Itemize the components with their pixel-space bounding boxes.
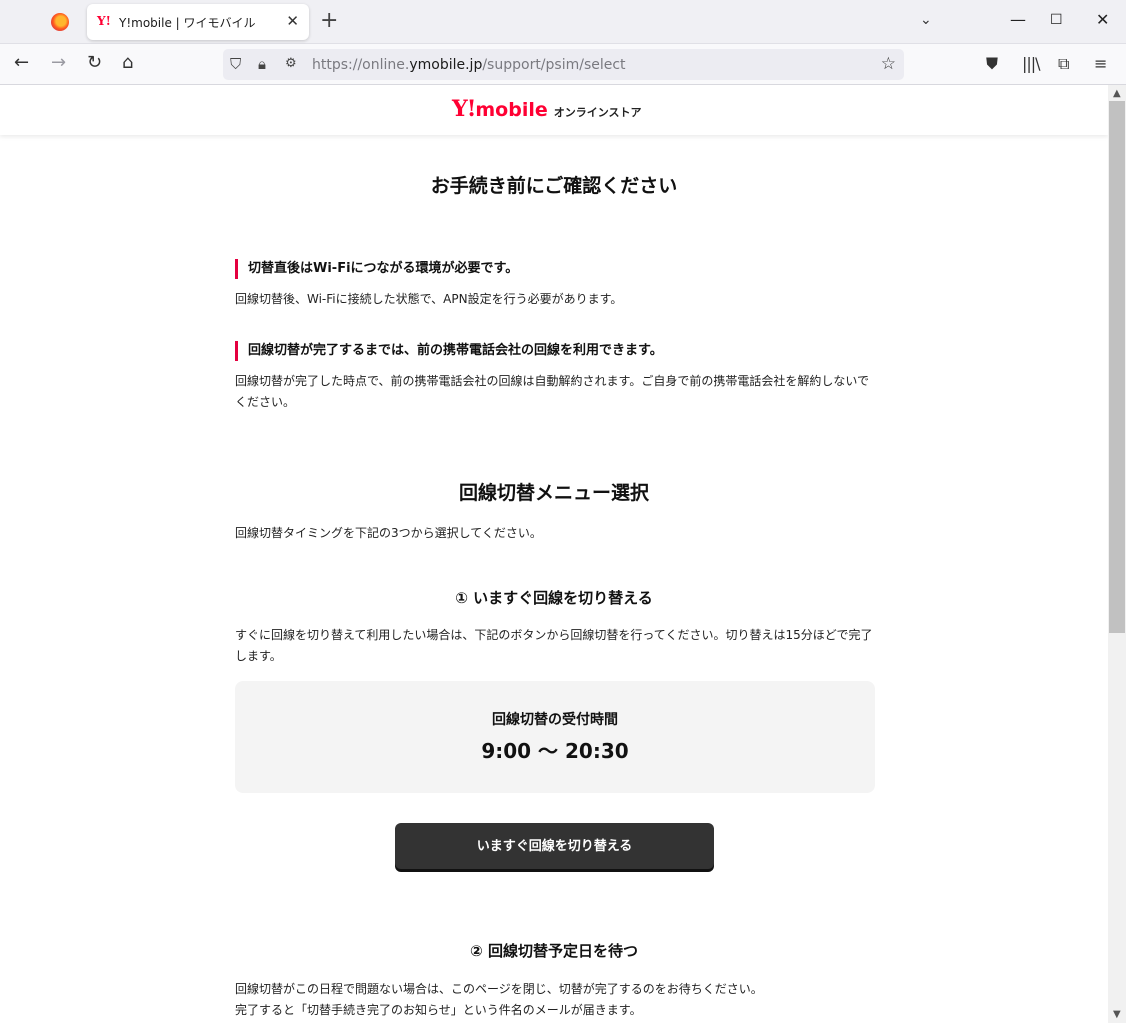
extensions-icon[interactable]: ⧉	[1058, 54, 1069, 74]
logo-y: Y!	[452, 96, 476, 122]
menu-icon[interactable]: ≡	[1094, 54, 1107, 74]
option2-description: 回線切替がこの日程で問題ない場合は、このページを閉じ、切替が完了するのをお待ちく…	[235, 979, 875, 1021]
library-icon[interactable]: |||\	[1022, 54, 1041, 74]
url-host: ymobile.jp	[409, 57, 483, 73]
option2-line1: 回線切替がこの日程で問題ない場合は、このページを閉じ、切替が完了するのをお待ちく…	[235, 982, 763, 996]
forward-icon[interactable]: →	[51, 53, 66, 73]
url-bar[interactable]: ⛉ 🔒︎ ⚙ https://online.ymobile.jp/support…	[223, 49, 904, 80]
reload-icon[interactable]: ↻	[87, 53, 102, 73]
notice-previous-carrier: 回線切替が完了するまでは、前の携帯電話会社の回線を利用できます。 回線切替が完了…	[235, 341, 875, 413]
url-text[interactable]: https://online.ymobile.jp/support/psim/s…	[312, 57, 626, 73]
reception-hours-value: 9:00 〜 20:30	[481, 739, 629, 763]
scroll-down-icon[interactable]: ▼	[1113, 1009, 1121, 1020]
page-title: お手続き前にご確認ください	[430, 175, 678, 197]
menu-section-title: 回線切替メニュー選択	[458, 482, 649, 504]
navigation-bar: ← → ↻ ⌂ ⛉ 🔒︎ ⚙ https://online.ymobile.jp…	[0, 44, 1126, 85]
notice-wifi: 切替直後はWi-Fiにつながる環境が必要です。 回線切替後、Wi-Fiに接続した…	[235, 259, 875, 310]
logo-mobile: mobile	[475, 99, 548, 121]
close-window-icon[interactable]: ✕	[1096, 10, 1109, 30]
url-prefix: https://online.	[312, 57, 410, 73]
pocket-icon[interactable]: ⛊	[986, 54, 998, 74]
back-icon[interactable]: ←	[14, 53, 29, 73]
permissions-icon[interactable]: ⚙	[285, 55, 297, 73]
notice-heading: 回線切替が完了するまでは、前の携帯電話会社の回線を利用できます。	[235, 341, 875, 361]
ymobile-favicon-icon: Y!	[97, 14, 111, 28]
page-viewport: Y!mobile オンラインストア お手続き前にご確認ください 切替直後はWi-F…	[0, 85, 1108, 1023]
site-header: Y!mobile オンラインストア	[0, 85, 1108, 135]
browser-tab[interactable]: Y! Y!mobile | ワイモバイル ✕	[87, 4, 309, 40]
ymobile-logo[interactable]: Y!mobile オンラインストア	[452, 96, 642, 122]
menu-intro: 回線切替タイミングを下記の3つから選択してください。	[235, 526, 542, 540]
minimize-icon[interactable]: —	[1010, 10, 1026, 30]
maximize-icon[interactable]: ☐	[1050, 10, 1063, 30]
tab-title: Y!mobile | ワイモバイル	[119, 16, 256, 30]
notice-body: 回線切替後、Wi-Fiに接続した状態で、APN設定を行う必要があります。	[235, 292, 623, 306]
option2-title: ② 回線切替予定日を待つ	[470, 942, 638, 960]
home-icon[interactable]: ⌂	[122, 53, 133, 73]
lock-icon[interactable]: 🔒︎	[258, 55, 266, 73]
scrollbar-thumb[interactable]	[1109, 101, 1125, 633]
store-label: オンラインストア	[553, 106, 642, 119]
tab-bar: Y! Y!mobile | ワイモバイル ✕ + ⌄ — ☐ ✕	[0, 0, 1126, 44]
new-tab-icon[interactable]: +	[320, 10, 338, 32]
reception-hours-label: 回線切替の受付時間	[492, 712, 618, 728]
option1-description: すぐに回線を切り替えて利用したい場合は、下記のボタンから回線切替を行ってください…	[235, 628, 873, 663]
vertical-scrollbar[interactable]: ▲ ▼	[1108, 85, 1126, 1023]
notice-heading: 切替直後はWi-Fiにつながる環境が必要です。	[235, 259, 875, 279]
bookmark-star-icon[interactable]: ☆	[881, 54, 896, 74]
tab-list-icon[interactable]: ⌄	[920, 12, 932, 28]
reception-hours-box: 回線切替の受付時間 9:00 〜 20:30	[235, 681, 875, 793]
option2-line2: 完了すると「切替手続き完了のお知らせ」という件名のメールが届きます。	[235, 1003, 642, 1017]
notice-body: 回線切替が完了した時点で、前の携帯電話会社の回線は自動解約されます。ご自身で前の…	[235, 374, 869, 409]
close-tab-icon[interactable]: ✕	[286, 13, 299, 29]
firefox-icon[interactable]	[51, 13, 69, 31]
option1-title: ① いますぐ回線を切り替える	[455, 589, 653, 607]
switch-line-now-button[interactable]: いますぐ回線を切り替える	[395, 823, 714, 869]
url-path: /support/psim/select	[482, 57, 626, 73]
scroll-up-icon[interactable]: ▲	[1113, 88, 1121, 99]
shield-icon[interactable]: ⛉	[230, 55, 241, 73]
